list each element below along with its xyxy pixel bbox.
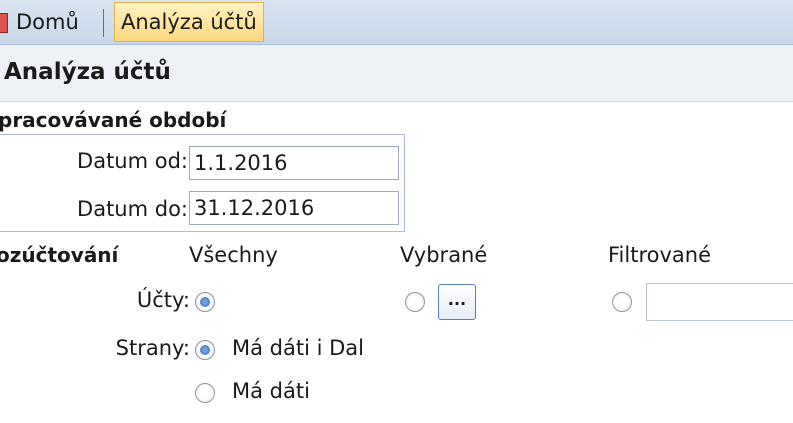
date-from-input[interactable]: 1.1.2016: [189, 146, 399, 180]
date-to-input[interactable]: 31.12.2016: [189, 191, 399, 225]
accounts-filtered-radio[interactable]: [612, 292, 632, 312]
period-section-title: pracovávané období: [0, 108, 227, 132]
sides-debit-label: Má dáti: [232, 379, 310, 403]
column-selected: Vybrané: [400, 243, 488, 267]
home-icon: [0, 13, 8, 33]
period-group: Datum od: 1.1.2016 Datum do: 31.12.2016: [0, 134, 405, 232]
accounts-all-radio[interactable]: [195, 292, 215, 312]
accounts-select-button[interactable]: ...: [438, 284, 476, 320]
accounting-section-title: ozúčtování: [0, 243, 119, 267]
date-to-label: Datum do:: [77, 197, 188, 221]
column-all: Všechny: [189, 243, 278, 267]
page-header: Analýza účtů: [0, 45, 793, 102]
sides-label: Strany:: [115, 336, 190, 360]
sides-debit-radio[interactable]: [195, 383, 215, 403]
date-from-label: Datum od:: [77, 149, 188, 173]
accounts-label: Účty:: [136, 288, 190, 312]
sides-debit-credit-radio[interactable]: [195, 340, 215, 360]
tab-bar: Domů Analýza účtů: [0, 0, 793, 45]
column-filtered: Filtrované: [608, 243, 712, 267]
page-title: Analýza účtů: [4, 59, 171, 85]
tab-home[interactable]: Domů: [12, 3, 83, 41]
tab-separator: [103, 9, 104, 37]
accounts-selected-radio[interactable]: [405, 292, 425, 312]
tab-analyza-uctu[interactable]: Analýza účtů: [114, 2, 264, 42]
sides-debit-credit-label: Má dáti i Dal: [232, 336, 364, 360]
accounts-filter-input[interactable]: [646, 283, 793, 321]
